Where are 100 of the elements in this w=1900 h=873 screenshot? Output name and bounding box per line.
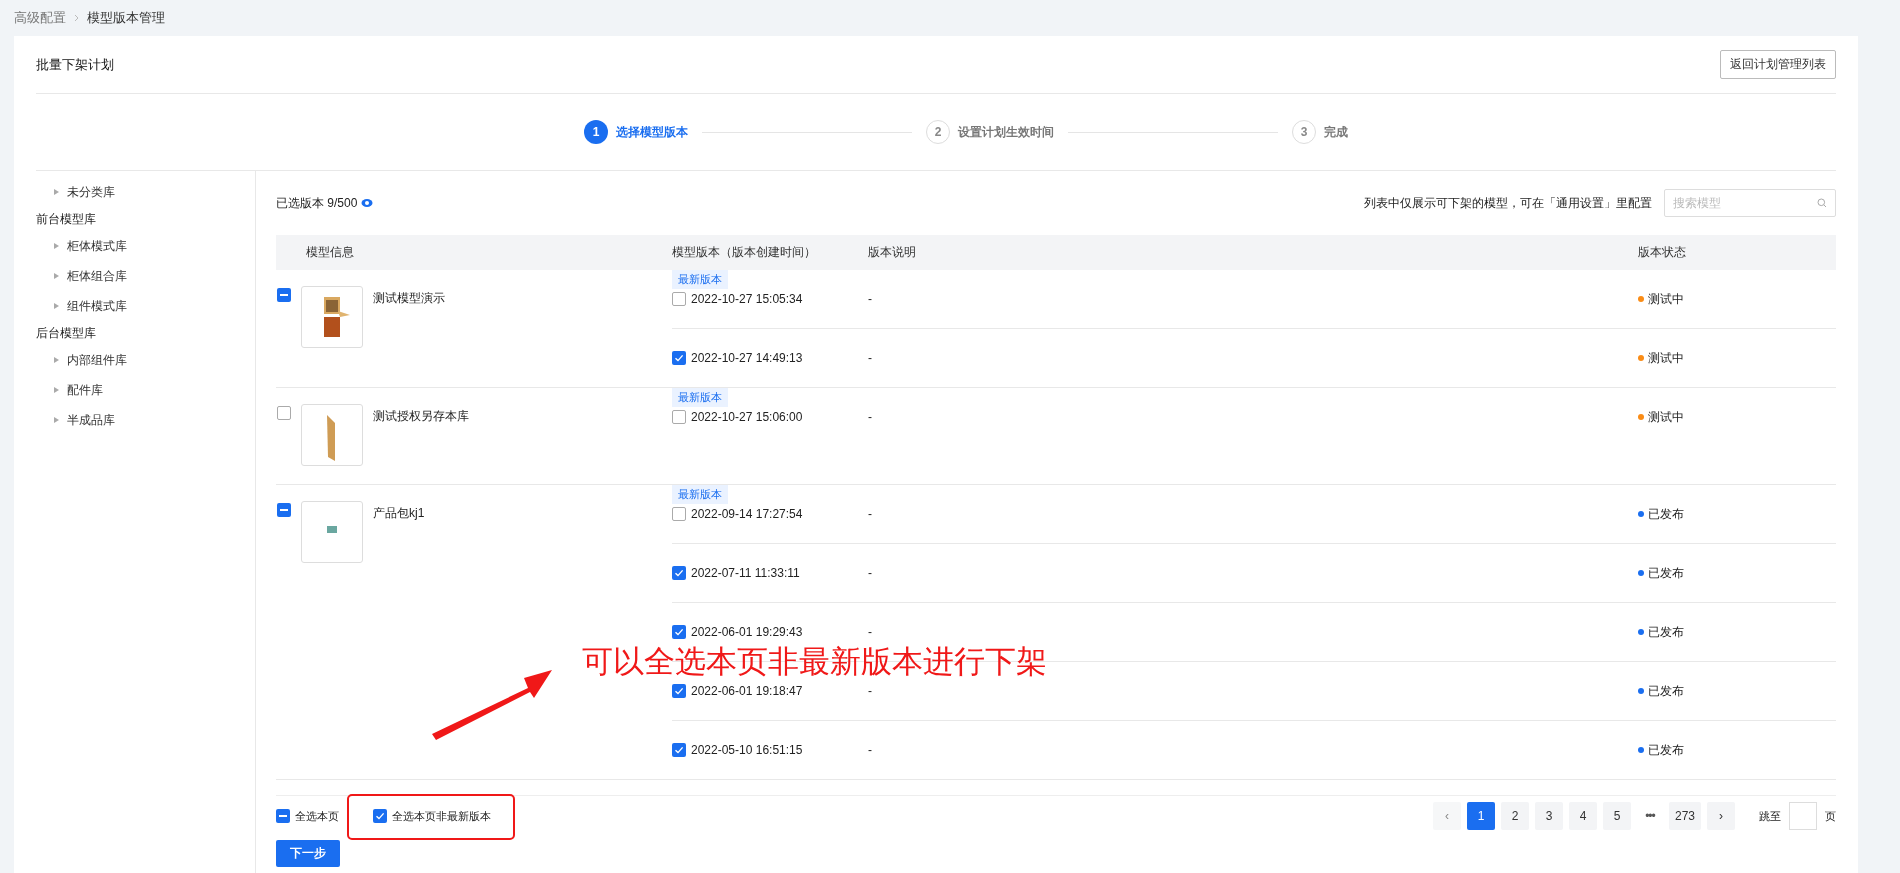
page-suffix: 页 (1825, 808, 1836, 824)
sidebar-item[interactable]: 半成品库 (67, 412, 115, 428)
page-button[interactable]: 3 (1534, 802, 1563, 830)
next-page-button[interactable]: › (1707, 802, 1735, 830)
version-time: 2022-07-11 11:33:11 (691, 566, 800, 580)
breadcrumb-item[interactable]: 高级配置 (14, 9, 66, 27)
checkbox[interactable] (672, 625, 686, 639)
version-time: 2022-09-14 17:27:54 (691, 507, 803, 521)
checkbox[interactable] (672, 410, 686, 424)
checkbox[interactable] (672, 566, 686, 580)
sidebar-group[interactable]: 前台模型库 (36, 207, 255, 231)
cabinet-drawing (324, 297, 350, 337)
version-status: 测试中 (1648, 349, 1684, 367)
version-description: - (868, 743, 873, 757)
model-name: 产品包kj1 (373, 505, 425, 522)
check-icon (674, 627, 684, 637)
checkbox[interactable] (672, 351, 686, 365)
version-status: 测试中 (1648, 290, 1684, 308)
version-description: - (868, 507, 873, 521)
next-step-button[interactable]: 下一步 (276, 840, 340, 867)
page-button[interactable]: 1 (1466, 802, 1495, 830)
step-label: 选择模型版本 (616, 123, 688, 141)
arrow-icon (430, 668, 555, 740)
checkbox-label[interactable]: 全选本页非最新版本 (392, 808, 491, 824)
version-description: - (868, 292, 873, 306)
version-status: 已发布 (1648, 682, 1684, 700)
version-description: - (868, 351, 873, 365)
sidebar-item[interactable]: 未分类库 (67, 184, 115, 200)
check-icon (674, 568, 684, 578)
checkbox[interactable] (277, 288, 291, 302)
check-icon (375, 811, 385, 821)
column-header: 版本说明 (868, 244, 917, 261)
checkbox[interactable] (672, 684, 686, 698)
info-note: 列表中仅展示可下架的模型，可在「通用设置」里配置 (1364, 194, 1652, 212)
checkbox[interactable] (672, 743, 686, 757)
version-time: 2022-06-01 19:18:47 (691, 684, 803, 698)
sidebar-item[interactable]: 配件库 (67, 382, 103, 398)
step-number: 3 (1292, 120, 1316, 144)
caret-icon (54, 417, 59, 423)
version-status: 已发布 (1648, 564, 1684, 582)
latest-tag: 最新版本 (672, 388, 728, 407)
page-title: 批量下架计划 (36, 55, 114, 74)
page-button[interactable]: 4 (1568, 802, 1597, 830)
version-status: 已发布 (1648, 505, 1684, 523)
check-icon (674, 353, 684, 363)
column-header: 版本状态 (1638, 244, 1687, 261)
version-time: 2022-06-01 19:29:43 (691, 625, 803, 639)
search-icon (1817, 198, 1827, 208)
page-button[interactable]: 273 (1668, 802, 1701, 830)
box-drawing (327, 526, 337, 533)
caret-icon (54, 273, 59, 279)
version-time: 2022-05-10 16:51:15 (691, 743, 803, 757)
ellipsis[interactable]: ••• (1636, 809, 1663, 823)
checkbox[interactable] (276, 809, 290, 823)
breadcrumb-item: 模型版本管理 (87, 9, 165, 27)
minus-icon (279, 815, 287, 817)
sidebar-item[interactable]: 柜体模式库 (67, 238, 127, 254)
step-label: 完成 (1324, 123, 1348, 141)
checkbox-label[interactable]: 全选本页 (295, 808, 339, 824)
version-time: 2022-10-27 15:05:34 (691, 292, 803, 306)
page-input[interactable] (1789, 802, 1817, 830)
page-button[interactable]: 5 (1602, 802, 1631, 830)
page-button[interactable]: 2 (1500, 802, 1529, 830)
caret-icon (54, 387, 59, 393)
model-name: 测试授权另存本库 (373, 408, 469, 425)
checkbox[interactable] (277, 406, 291, 420)
sidebar-item[interactable]: 柜体组合库 (67, 268, 127, 284)
step-label: 设置计划生效时间 (958, 123, 1054, 141)
minus-icon (280, 294, 288, 296)
search-field[interactable]: 搜索模型 (1664, 189, 1836, 217)
step-number: 2 (926, 120, 950, 144)
back-button[interactable]: 返回计划管理列表 (1720, 50, 1836, 79)
version-description: - (868, 410, 873, 424)
checkbox[interactable] (672, 292, 686, 306)
latest-tag: 最新版本 (672, 270, 728, 289)
version-time: 2022-10-27 14:49:13 (691, 351, 803, 365)
column-header: 模型版本（版本创建时间） (672, 244, 817, 261)
minus-icon (280, 509, 288, 511)
checkbox[interactable] (373, 809, 387, 823)
version-time: 2022-10-27 15:06:00 (691, 410, 803, 424)
eye-icon[interactable] (361, 198, 374, 208)
checkbox[interactable] (672, 507, 686, 521)
caret-icon (54, 303, 59, 309)
version-description: - (868, 566, 873, 580)
step-number: 1 (584, 120, 608, 144)
check-icon (674, 745, 684, 755)
version-description: - (868, 684, 873, 698)
model-name: 测试模型演示 (373, 290, 445, 307)
caret-icon (54, 243, 59, 249)
version-status: 测试中 (1648, 408, 1684, 426)
latest-tag: 最新版本 (672, 485, 728, 504)
check-icon (674, 686, 684, 696)
sidebar-item[interactable]: 组件模式库 (67, 298, 127, 314)
sidebar-item[interactable]: 内部组件库 (67, 352, 127, 368)
panel-drawing (327, 415, 335, 461)
sidebar-group[interactable]: 后台模型库 (36, 321, 255, 345)
caret-icon (54, 357, 59, 363)
version-description: - (868, 625, 873, 639)
caret-icon (54, 189, 59, 195)
checkbox[interactable] (277, 503, 291, 517)
